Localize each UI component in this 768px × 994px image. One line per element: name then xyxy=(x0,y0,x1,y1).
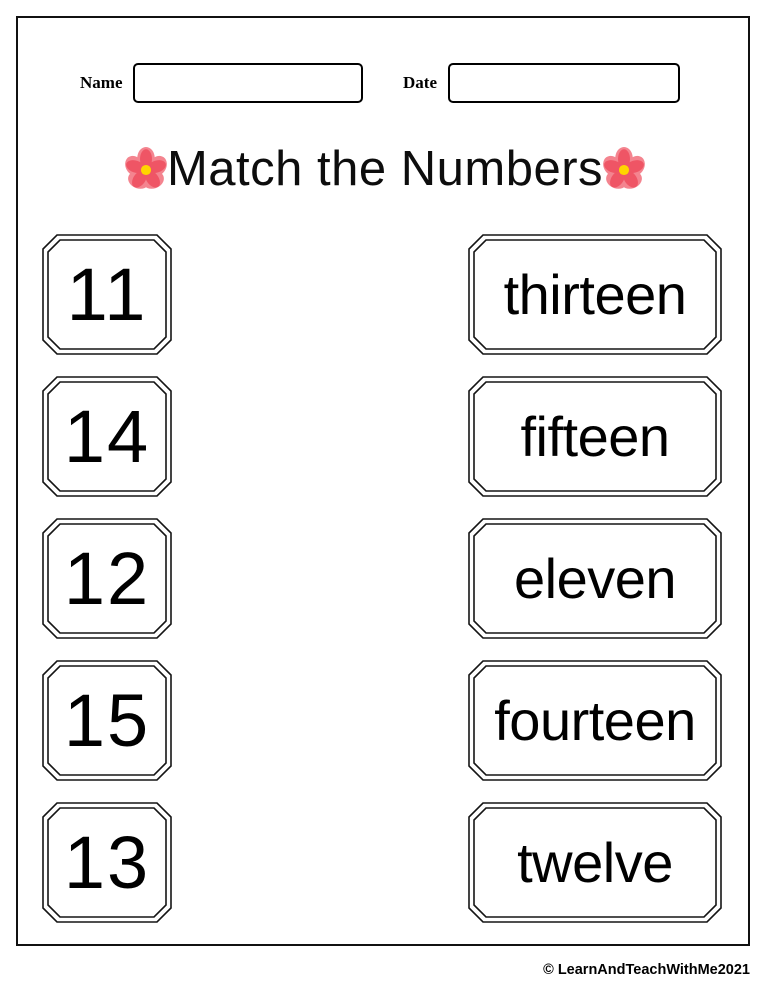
number-card-value: 14 xyxy=(63,394,151,478)
number-cards-column: 11 14 12 15 13 xyxy=(42,234,172,923)
date-field-group: Date xyxy=(403,58,680,108)
title-row: Match the Numbers xyxy=(18,142,752,196)
word-card-value: fifteen xyxy=(520,404,670,468)
flower-icon xyxy=(603,146,645,189)
number-card[interactable]: 15 xyxy=(42,660,172,781)
number-card[interactable]: 14 xyxy=(42,376,172,497)
page-title: Match the Numbers xyxy=(166,142,604,196)
number-card-value: 12 xyxy=(63,536,151,620)
matching-activity: 11 14 12 15 13 thirteen fifteen eleven f… xyxy=(18,234,752,924)
number-card-value: 11 xyxy=(66,252,148,336)
number-card-value: 15 xyxy=(63,678,151,762)
word-card-value: twelve xyxy=(517,830,673,894)
word-cards-column: thirteen fifteen eleven fourteen twelve xyxy=(468,234,722,923)
word-card[interactable]: fourteen xyxy=(468,660,722,781)
worksheet-page-border: Name Date Match the Numbers 11 14 12 15 … xyxy=(16,16,750,946)
date-input[interactable] xyxy=(447,63,680,103)
name-input[interactable] xyxy=(133,63,364,103)
word-card[interactable]: eleven xyxy=(468,518,722,639)
word-card[interactable]: twelve xyxy=(468,802,722,923)
word-card[interactable]: thirteen xyxy=(468,234,722,355)
flower-icon xyxy=(125,146,167,189)
header-row: Name Date xyxy=(18,58,752,108)
word-card-value: fourteen xyxy=(494,688,696,752)
number-card-value: 13 xyxy=(63,820,151,904)
word-card-value: eleven xyxy=(513,546,677,610)
word-card-value: thirteen xyxy=(503,262,687,326)
word-card[interactable]: fifteen xyxy=(468,376,722,497)
number-card[interactable]: 11 xyxy=(42,234,172,355)
number-card[interactable]: 12 xyxy=(42,518,172,639)
name-label: Name xyxy=(80,73,123,92)
date-label: Date xyxy=(403,73,437,92)
copyright-credit: © LearnAndTeachWithMe2021 xyxy=(543,962,750,978)
number-card[interactable]: 13 xyxy=(42,802,172,923)
name-field-group: Name xyxy=(80,58,364,108)
